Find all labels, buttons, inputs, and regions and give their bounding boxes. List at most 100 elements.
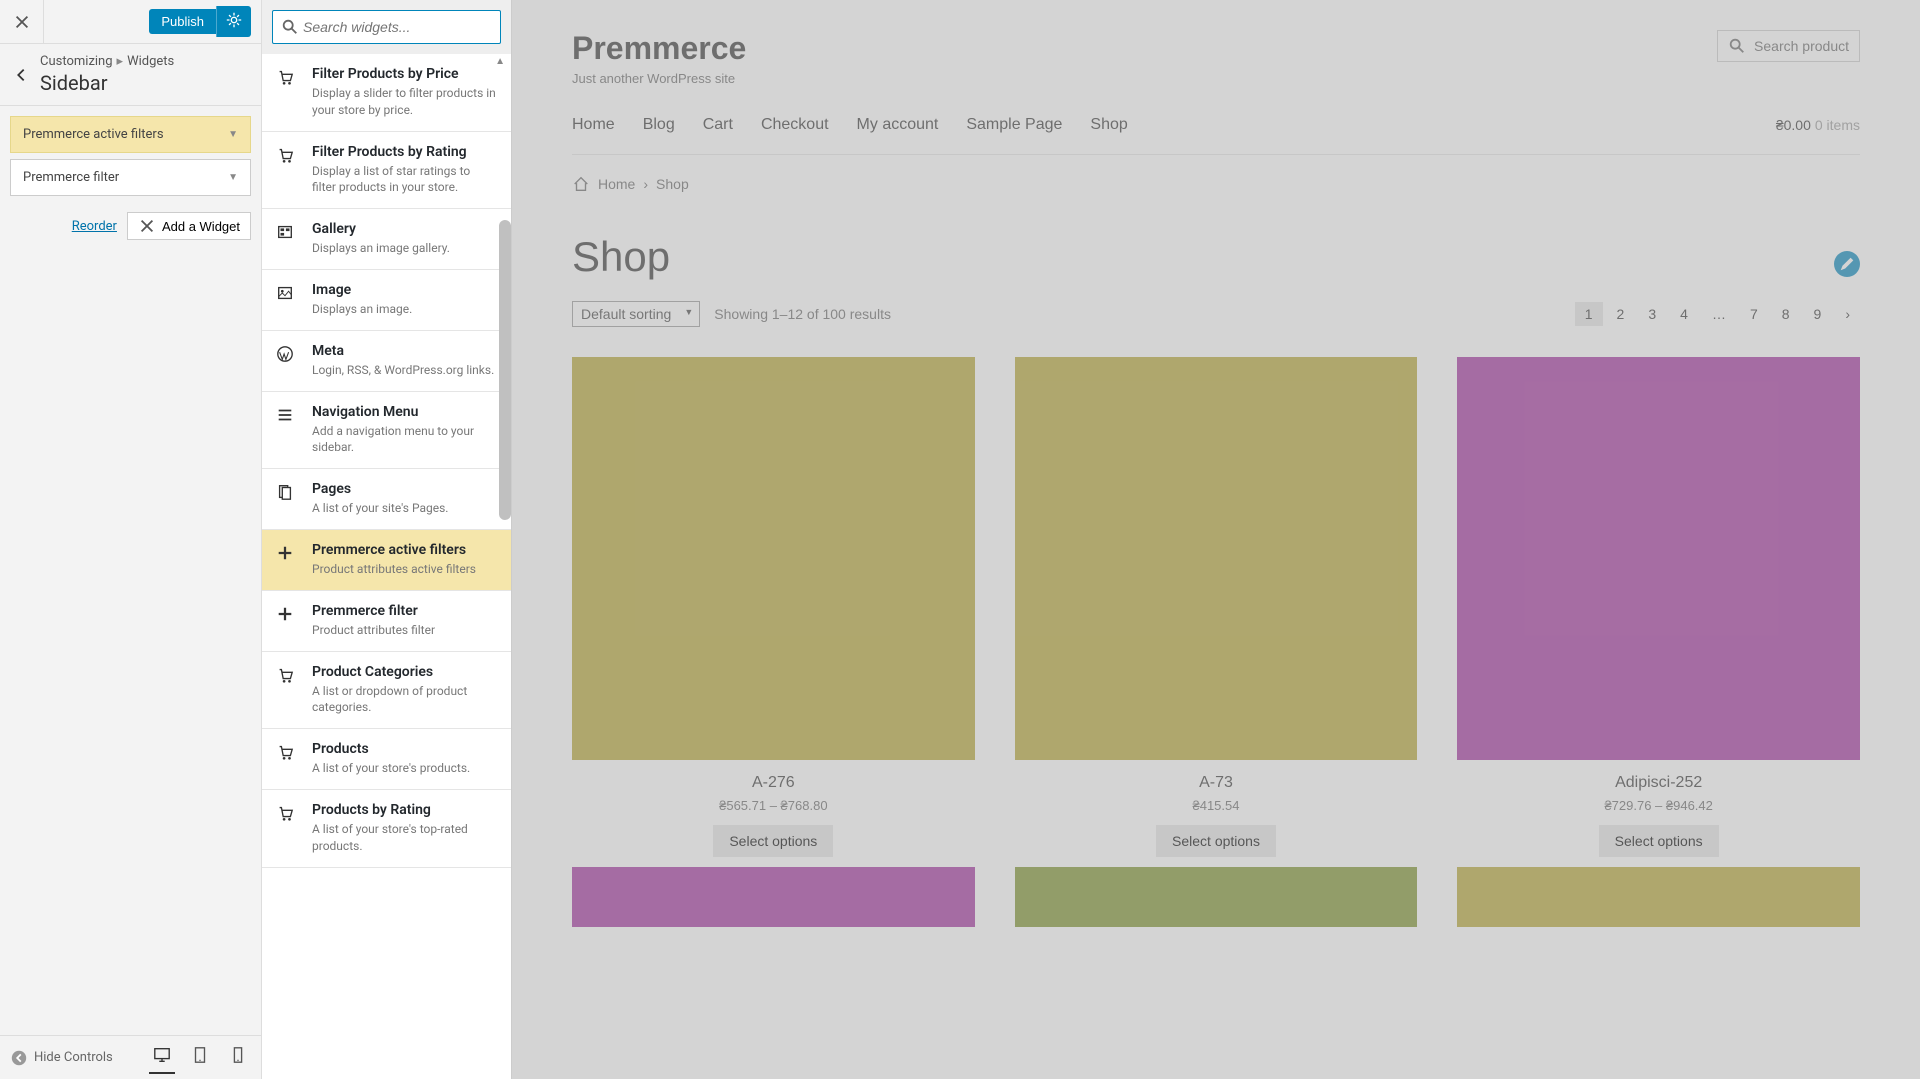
product-image[interactable] xyxy=(1015,357,1418,760)
page-link[interactable]: 1 xyxy=(1575,302,1603,326)
product-image[interactable] xyxy=(1457,357,1860,760)
widget-item-title: Image xyxy=(312,282,497,298)
scrollbar-thumb[interactable] xyxy=(499,220,511,520)
widget-item-desc: Product attributes filter xyxy=(312,622,497,639)
add-widget-button[interactable]: Add a Widget xyxy=(127,212,251,240)
nav-link[interactable]: Home xyxy=(572,116,615,134)
widget-item-desc: Login, RSS, & WordPress.org links. xyxy=(312,362,497,379)
widget-list-item[interactable]: Premmerce active filters Product attribut… xyxy=(262,530,511,591)
product-price: ₴565.71 – ₴768.80 xyxy=(572,798,975,813)
widget-list-item[interactable]: ProductsA list of your store's products. xyxy=(262,729,511,790)
sidebar-widget-chip[interactable]: Premmerce filter▼ xyxy=(10,159,251,196)
widget-item-title: Product Categories xyxy=(312,664,497,680)
shop-breadcrumb: Home › Shop xyxy=(572,175,1860,193)
pages-icon xyxy=(276,481,300,517)
widget-list-item[interactable]: GalleryDisplays an image gallery. xyxy=(262,209,511,270)
nav-link[interactable]: My account xyxy=(857,116,939,134)
device-tablet-button[interactable] xyxy=(187,1042,213,1074)
product-card[interactable]: A-73 ₴415.54 Select options xyxy=(1015,357,1418,857)
publish-button[interactable]: Publish xyxy=(149,9,216,34)
page-link[interactable]: 4 xyxy=(1670,302,1698,326)
preview-pane: Premmerce Just another WordPress site Se… xyxy=(512,0,1920,1079)
widget-item-title: Pages xyxy=(312,481,497,497)
widget-list[interactable]: ▲ Filter Products by PriceDisplay a slid… xyxy=(262,54,511,1079)
site-title[interactable]: Premmerce xyxy=(572,30,746,67)
widget-list-item[interactable]: Products by Rating A list of your store's… xyxy=(262,790,511,868)
back-button[interactable] xyxy=(12,66,40,84)
product-image[interactable] xyxy=(1015,867,1418,927)
widget-item-desc: Add a navigation menu to your sidebar. xyxy=(312,423,497,457)
cart-icon xyxy=(276,66,300,119)
close-icon xyxy=(13,13,31,31)
nav-link[interactable]: Sample Page xyxy=(966,116,1062,134)
pagination: 1234…789› xyxy=(1575,302,1860,326)
hide-controls-button[interactable]: Hide Controls xyxy=(10,1049,149,1067)
search-widgets-input[interactable] xyxy=(299,15,492,39)
widget-item-desc: A list of your store's top-rated product… xyxy=(312,821,497,855)
device-desktop-button[interactable] xyxy=(149,1042,175,1074)
widget-list-item[interactable]: Filter Products by RatingDisplay a list … xyxy=(262,132,511,210)
nav-link[interactable]: Blog xyxy=(643,116,675,134)
widget-list-item[interactable]: Navigation MenuAdd a navigation menu to … xyxy=(262,392,511,470)
product-card[interactable] xyxy=(1457,867,1860,927)
chevron-left-icon xyxy=(12,66,30,84)
select-options-button[interactable]: Select options xyxy=(713,825,833,857)
widget-list-item[interactable]: ImageDisplays an image. xyxy=(262,270,511,331)
product-card[interactable]: A-276₴565.71 – ₴768.80Select options xyxy=(572,357,975,857)
product-search[interactable]: Search product xyxy=(1717,30,1860,62)
nav-link[interactable]: Shop xyxy=(1090,116,1127,134)
product-price: ₴415.54 xyxy=(1015,798,1418,813)
device-mobile-button[interactable] xyxy=(225,1042,251,1074)
chevron-left-circle-icon xyxy=(10,1049,28,1067)
publish-settings-button[interactable] xyxy=(216,6,251,37)
widget-item-title: Products xyxy=(312,741,497,757)
close-button[interactable] xyxy=(0,0,44,44)
search-icon xyxy=(1728,37,1746,55)
results-text: Showing 1–12 of 100 results xyxy=(714,306,891,322)
product-card[interactable]: Adipisci-252₴729.76 – ₴946.42Select opti… xyxy=(1457,357,1860,857)
page-link[interactable]: 2 xyxy=(1607,302,1635,326)
page-next[interactable]: › xyxy=(1835,302,1860,326)
product-card[interactable] xyxy=(572,867,975,927)
select-options-button[interactable]: Select options xyxy=(1599,825,1719,857)
cart-summary[interactable]: ₴0.000 items xyxy=(1776,117,1860,133)
menu-icon xyxy=(276,404,300,457)
widget-item-desc: Displays an image gallery. xyxy=(312,240,497,257)
widget-item-title: Premmerce active filters xyxy=(312,542,497,558)
sort-select[interactable]: Default sorting xyxy=(572,301,700,327)
widget-item-title: Premmerce filter xyxy=(312,603,497,619)
page-link[interactable]: 3 xyxy=(1638,302,1666,326)
scroll-up-caret[interactable]: ▲ xyxy=(493,54,507,69)
page-link[interactable]: 9 xyxy=(1804,302,1832,326)
main-nav: Home Blog Cart Checkout My account Sample Pag… xyxy=(572,116,1128,134)
site-tagline: Just another WordPress site xyxy=(572,71,746,86)
page-link: … xyxy=(1702,302,1736,326)
home-icon xyxy=(572,175,590,193)
reorder-link[interactable]: Reorder xyxy=(72,219,117,234)
product-image[interactable] xyxy=(572,867,975,927)
product-name: A-73 xyxy=(1015,774,1418,792)
breadcrumb: Customizing▸Widgets xyxy=(40,54,174,69)
widget-item-title: Products by Rating xyxy=(312,802,497,818)
product-price: ₴729.76 – ₴946.42 xyxy=(1457,798,1860,813)
edit-shortcut-button[interactable] xyxy=(1834,251,1860,277)
widget-list-item[interactable]: MetaLogin, RSS, & WordPress.org links. xyxy=(262,331,511,392)
widget-item-desc: Product attributes active filters xyxy=(312,561,497,578)
widget-list-item[interactable]: Premmerce filter Product attributes filte… xyxy=(262,591,511,652)
widget-list-item[interactable]: PagesA list of your site's Pages. xyxy=(262,469,511,530)
product-image[interactable] xyxy=(572,357,975,760)
nav-link[interactable]: Checkout xyxy=(761,116,829,134)
select-options-button[interactable]: Select options xyxy=(1156,825,1276,857)
page-link[interactable]: 7 xyxy=(1740,302,1768,326)
product-card[interactable] xyxy=(1015,867,1418,927)
page-link[interactable]: 8 xyxy=(1772,302,1800,326)
widget-list-item[interactable]: Product Categories A list or dropdown of … xyxy=(262,652,511,730)
widget-item-desc: A list or dropdown of product categories… xyxy=(312,683,497,717)
cart-icon xyxy=(276,664,300,717)
widget-list-item[interactable]: Filter Products by PriceDisplay a slider… xyxy=(262,54,511,132)
sidebar-widget-chip[interactable]: Premmerce active filters▼ xyxy=(10,116,251,153)
cart-icon xyxy=(276,741,300,777)
search-icon xyxy=(281,18,299,36)
nav-link[interactable]: Cart xyxy=(703,116,733,134)
product-image[interactable] xyxy=(1457,867,1860,927)
